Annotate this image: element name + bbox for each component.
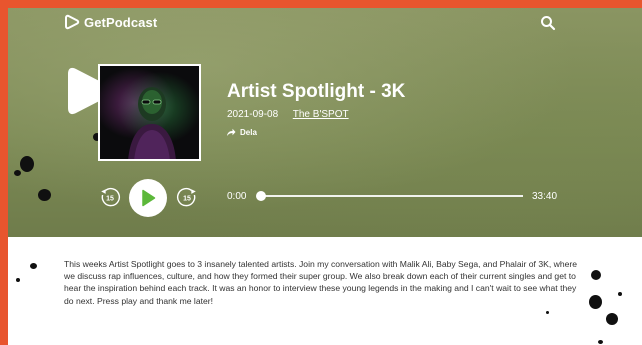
- search-icon: [541, 16, 556, 31]
- duration-time: 33:40: [532, 191, 558, 202]
- episode-meta: 2021-09-08 The B'SPOT: [227, 109, 349, 120]
- ink-splat: [16, 278, 20, 282]
- ink-splat: [618, 292, 622, 296]
- episode-title: Artist Spotlight - 3K: [227, 81, 406, 102]
- play-button[interactable]: [129, 179, 167, 217]
- play-logo-icon: [65, 14, 80, 30]
- forward-15-icon: 15: [176, 187, 196, 207]
- rewind-15-button[interactable]: 15: [99, 186, 121, 208]
- forward-seconds-label: 15: [183, 195, 191, 202]
- artist-figure-image: [128, 87, 176, 159]
- search-button[interactable]: [540, 15, 556, 31]
- ink-splat: [38, 189, 51, 201]
- progress-handle[interactable]: [256, 191, 266, 201]
- episode-date: 2021-09-08: [227, 109, 279, 120]
- ink-splat: [546, 311, 549, 314]
- ink-splat: [14, 170, 21, 176]
- play-icon: [142, 189, 156, 207]
- brand-logo[interactable]: GetPodcast: [64, 14, 157, 30]
- rewind-seconds-label: 15: [106, 195, 114, 202]
- podcast-page: GetPodcast Artist Spotlight - 3K 2021-09…: [8, 8, 642, 345]
- episode-cover-art: [98, 64, 201, 161]
- forward-15-button[interactable]: 15: [176, 186, 198, 208]
- ink-splat: [30, 263, 37, 269]
- ink-splat: [591, 270, 601, 280]
- rewind-15-icon: 15: [101, 187, 121, 207]
- ink-splat: [598, 340, 603, 344]
- share-button[interactable]: Dela: [226, 128, 257, 137]
- share-arrow-icon: [227, 128, 236, 136]
- share-label: Dela: [240, 128, 257, 137]
- show-link[interactable]: The B'SPOT: [293, 109, 349, 120]
- episode-description: This weeks Artist Spotlight goes to 3 in…: [64, 259, 578, 306]
- ink-splat: [589, 295, 602, 309]
- ink-splat: [20, 156, 34, 172]
- ink-splat: [606, 313, 618, 325]
- top-bar: GetPodcast: [8, 8, 642, 38]
- current-time: 0:00: [227, 191, 247, 202]
- brand-name: GetPodcast: [84, 14, 158, 30]
- progress-track[interactable]: [260, 195, 523, 197]
